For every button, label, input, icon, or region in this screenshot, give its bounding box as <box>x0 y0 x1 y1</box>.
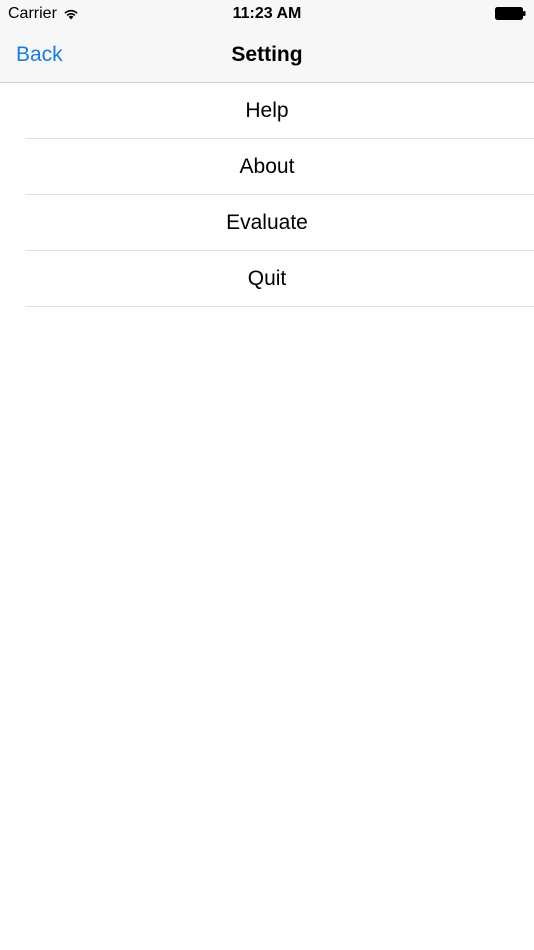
page-title: Setting <box>231 43 303 66</box>
menu-item-label: Help <box>245 99 289 122</box>
menu-item-evaluate[interactable]: Evaluate <box>0 195 534 251</box>
menu-item-label: Quit <box>247 267 287 290</box>
menu-item-label: Evaluate <box>226 211 308 234</box>
status-bar: Carrier 11:23 AM <box>0 0 534 28</box>
menu-item-help[interactable]: Help <box>0 83 534 139</box>
menu-item-label: About <box>239 155 295 178</box>
menu-item-quit[interactable]: Quit <box>0 251 534 307</box>
menu-item-about[interactable]: About <box>0 139 534 195</box>
navigation-bar: Back Setting <box>0 28 534 83</box>
clock: 11:23 AM <box>232 5 302 22</box>
settings-menu: Help About Evaluate Quit <box>0 83 534 307</box>
battery-icon <box>495 7 526 20</box>
